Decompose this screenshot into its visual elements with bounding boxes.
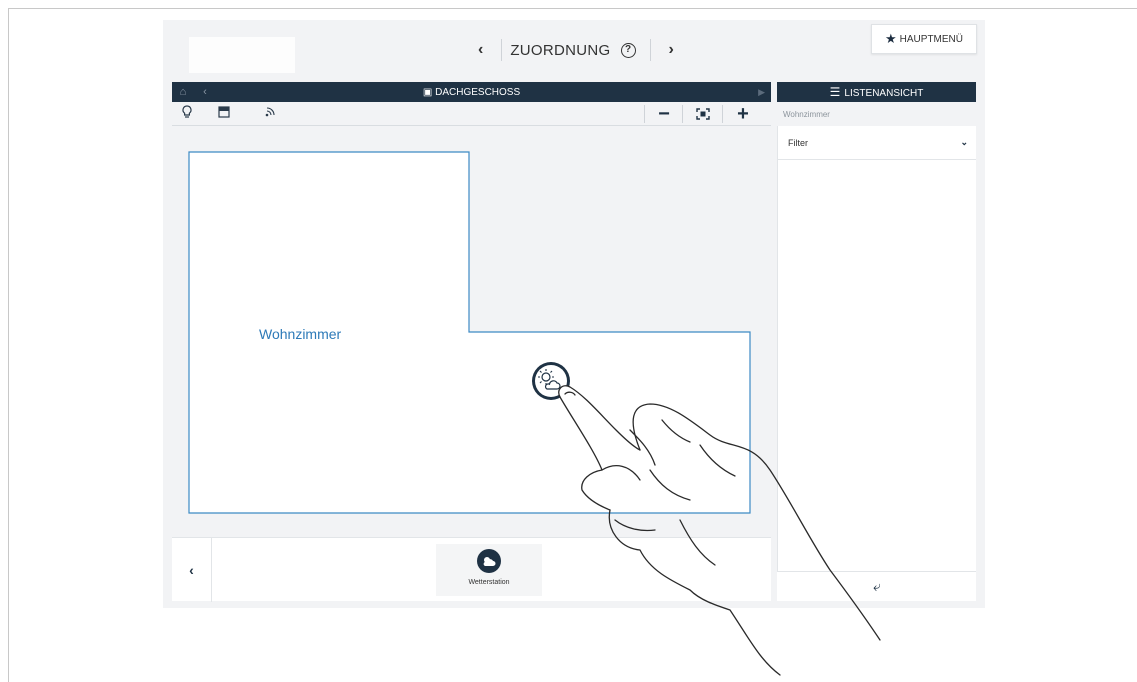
hand-illustration [532,362,881,676]
hand-outline [558,385,881,676]
